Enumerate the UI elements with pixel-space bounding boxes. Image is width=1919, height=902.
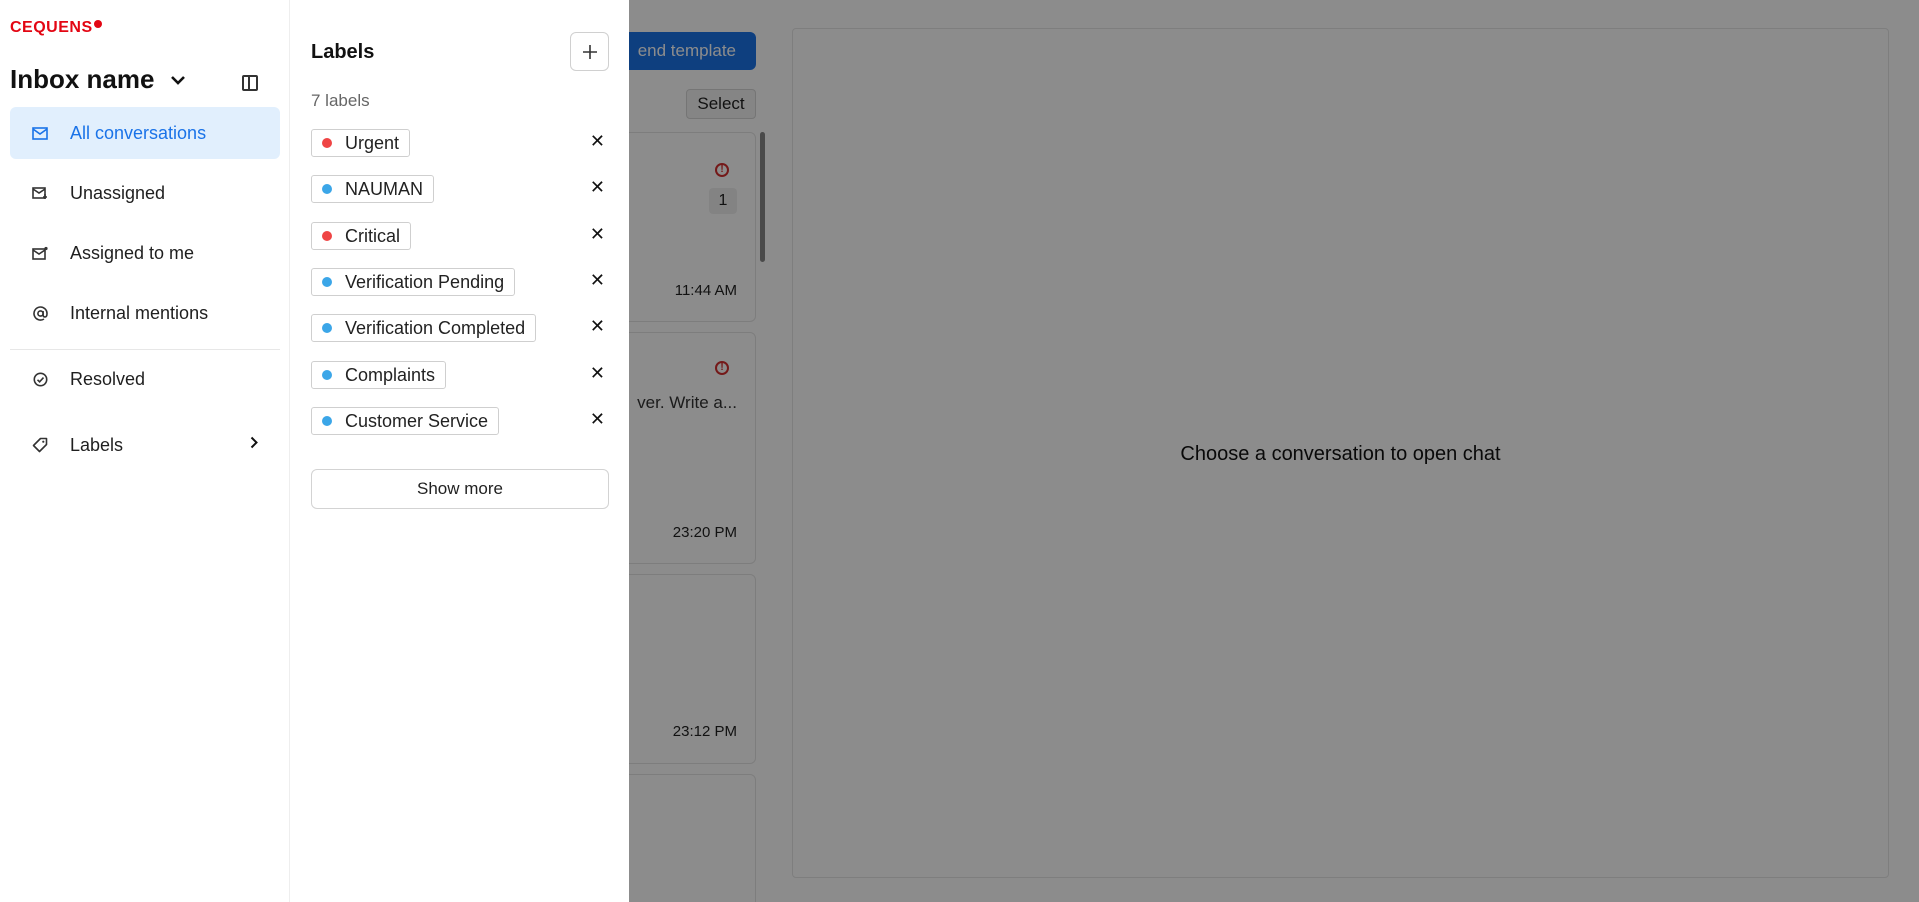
label-row: Urgent ✕ — [311, 129, 609, 159]
sidebar-item-label: Labels — [70, 434, 124, 455]
check-circle-icon — [30, 372, 50, 387]
label-name: Urgent — [345, 132, 400, 153]
label-name: NAUMAN — [345, 178, 424, 199]
inbox-name: Inbox name — [10, 64, 155, 94]
label-name: Verification Pending — [345, 271, 505, 292]
label-row: Verification Completed ✕ — [311, 314, 609, 344]
label-color-dot-icon — [322, 231, 332, 241]
remove-label-icon[interactable]: ✕ — [590, 270, 605, 291]
label-name: Critical — [345, 225, 401, 246]
sidebar-item-unassigned[interactable]: Unassigned — [10, 167, 280, 219]
sidebar: CEQUENS Inbox name All conversations Una… — [0, 0, 289, 902]
sidebar-item-label: Resolved — [70, 368, 146, 389]
labels-panel-title: Labels — [311, 41, 375, 63]
sidebar-divider — [10, 349, 280, 350]
remove-label-icon[interactable]: ✕ — [590, 224, 605, 245]
label-color-dot-icon — [322, 416, 332, 426]
labels-panel: Labels 7 labels Urgent ✕ NAUMAN ✕ Critical ✕ V… — [289, 0, 629, 902]
label-row: NAUMAN ✕ — [311, 175, 609, 205]
remove-label-icon[interactable]: ✕ — [590, 363, 605, 384]
tag-icon — [30, 437, 50, 453]
mail-icon — [30, 126, 50, 140]
label-color-dot-icon — [322, 138, 332, 148]
label-row: Complaints ✕ — [311, 361, 609, 391]
label-name: Complaints — [345, 364, 436, 385]
label-chip[interactable]: Urgent — [311, 129, 411, 157]
labels-count: 7 labels — [311, 91, 370, 110]
label-chip[interactable]: Complaints — [311, 361, 447, 389]
remove-label-icon[interactable]: ✕ — [590, 177, 605, 198]
label-color-dot-icon — [322, 370, 332, 380]
label-row: Critical ✕ — [311, 222, 609, 252]
label-color-dot-icon — [322, 184, 332, 194]
chevron-right-icon — [250, 436, 258, 454]
label-name: Customer Service — [345, 410, 489, 431]
label-color-dot-icon — [322, 277, 332, 287]
sidebar-item-internal-mentions[interactable]: Internal mentions — [10, 287, 280, 339]
sidebar-item-all-conversations[interactable]: All conversations — [10, 107, 280, 159]
label-name: Verification Completed — [345, 317, 526, 338]
logo-text: CEQUENS — [10, 19, 93, 36]
inbox-switcher[interactable]: Inbox name — [10, 64, 186, 95]
label-chip[interactable]: Verification Pending — [311, 268, 516, 296]
label-color-dot-icon — [322, 323, 332, 333]
sidebar-item-assigned-to-me[interactable]: Assigned to me — [10, 227, 280, 279]
label-chip[interactable]: NAUMAN — [311, 175, 435, 203]
mail-unassigned-icon — [30, 186, 50, 200]
sidebar-item-labels[interactable]: Labels — [10, 419, 280, 471]
sidebar-item-label: Assigned to me — [70, 242, 195, 263]
remove-label-icon[interactable]: ✕ — [590, 131, 605, 152]
label-row: Customer Service ✕ — [311, 407, 609, 437]
label-chip[interactable]: Customer Service — [311, 407, 500, 435]
sidebar-item-label: All conversations — [70, 122, 207, 143]
label-chip[interactable]: Critical — [311, 222, 412, 250]
logo-dot-icon — [93, 20, 102, 28]
show-more-button[interactable]: Show more — [311, 469, 609, 509]
remove-label-icon[interactable]: ✕ — [590, 409, 605, 430]
label-chip[interactable]: Verification Completed — [311, 314, 537, 342]
mail-assigned-icon — [30, 246, 50, 260]
sidebar-item-label: Unassigned — [70, 182, 166, 203]
sidebar-item-label: Internal mentions — [70, 302, 209, 323]
chevron-down-icon — [170, 72, 186, 88]
cequens-logo: CEQUENS — [10, 19, 102, 37]
label-row: Verification Pending ✕ — [311, 268, 609, 298]
at-icon — [30, 305, 50, 321]
sidebar-item-resolved[interactable]: Resolved — [10, 353, 280, 405]
collapse-sidebar-icon[interactable] — [242, 75, 258, 91]
remove-label-icon[interactable]: ✕ — [590, 316, 605, 337]
add-label-button[interactable] — [570, 32, 609, 71]
plus-icon — [582, 44, 597, 59]
